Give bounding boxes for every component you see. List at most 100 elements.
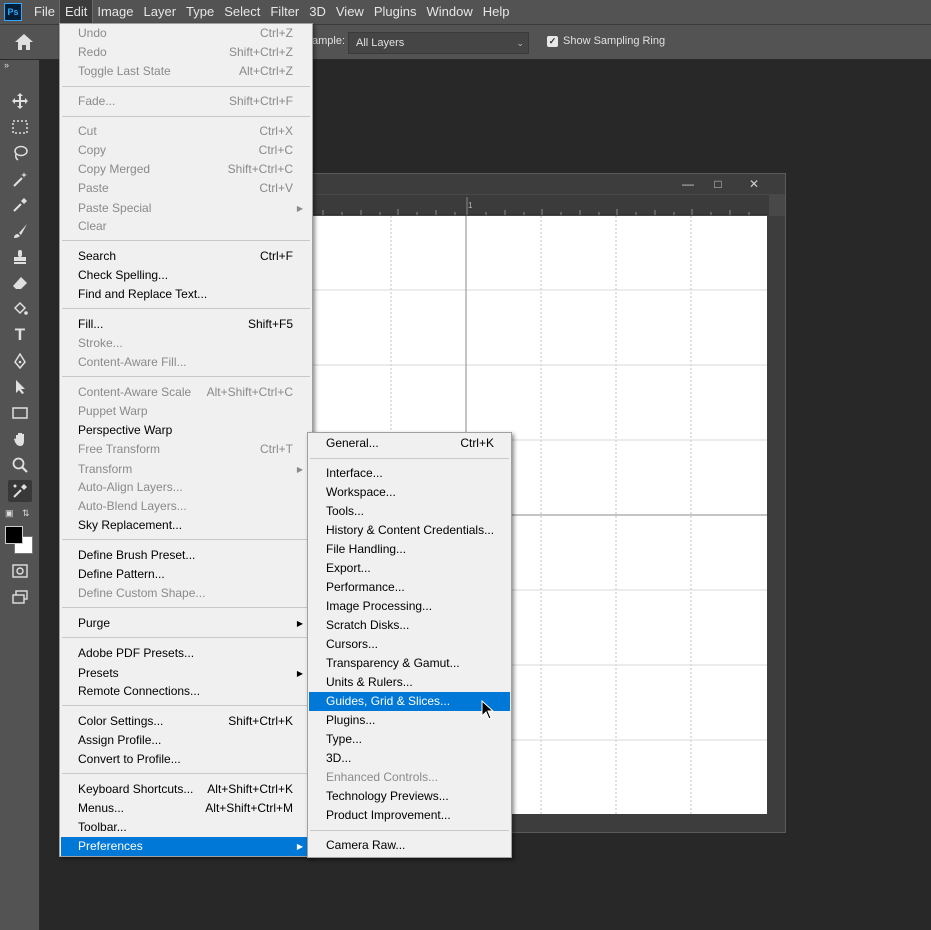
rectangle-tool-icon[interactable] [8, 402, 32, 424]
prefs-performance[interactable]: Performance... [309, 578, 510, 597]
close-icon[interactable]: ✕ [743, 175, 765, 193]
edit-menu-color-settings[interactable]: Color Settings... Shift+Ctrl+K [61, 712, 311, 731]
edit-menu-paste[interactable]: Paste Ctrl+V [61, 179, 311, 198]
maximize-icon[interactable]: □ [707, 175, 729, 193]
prefs-history-and-content-credentials[interactable]: History & Content Credentials... [309, 521, 510, 540]
prefs-file-handling[interactable]: File Handling... [309, 540, 510, 559]
menu-view[interactable]: View [331, 0, 369, 24]
eraser-tool-icon[interactable] [8, 272, 32, 294]
prefs-plugins[interactable]: Plugins... [309, 711, 510, 730]
prefs-transparency-and-gamut[interactable]: Transparency & Gamut... [309, 654, 510, 673]
edit-menu-content-aware-fill[interactable]: Content-Aware Fill... [61, 353, 311, 372]
show-sampling-ring-checkbox[interactable]: ✓ [547, 36, 558, 47]
menu-plugins[interactable]: Plugins [369, 0, 422, 24]
prefs-technology-previews[interactable]: Technology Previews... [309, 787, 510, 806]
swap-colors-icon[interactable]: ⇅ [22, 508, 30, 519]
pen-tool-icon[interactable] [8, 350, 32, 372]
edit-menu-free-transform[interactable]: Free Transform Ctrl+T [61, 440, 311, 459]
sample-select[interactable]: All Layers ⌄ [348, 32, 529, 54]
marquee-tool-icon[interactable] [8, 116, 32, 138]
edit-menu-sky-replacement[interactable]: Sky Replacement... [61, 516, 311, 535]
menu-3d[interactable]: 3D [304, 0, 331, 24]
edit-menu-presets[interactable]: Presets ▶ [61, 664, 311, 683]
edit-menu-auto-align-layers[interactable]: Auto-Align Layers... [61, 478, 311, 497]
edit-menu-check-spelling[interactable]: Check Spelling... [61, 266, 311, 285]
edit-menu-find-and-replace-text[interactable]: Find and Replace Text... [61, 285, 311, 304]
prefs-units-and-rulers[interactable]: Units & Rulers... [309, 673, 510, 692]
paint-bucket-tool-icon[interactable] [8, 298, 32, 320]
prefs-general[interactable]: General... Ctrl+K [309, 434, 510, 453]
document-titlebar[interactable]: — □ ✕ [309, 174, 785, 194]
path-selection-tool-icon[interactable] [8, 376, 32, 398]
prefs-interface[interactable]: Interface... [309, 464, 510, 483]
edit-menu-puppet-warp[interactable]: Puppet Warp [61, 402, 311, 421]
stamp-tool-icon[interactable] [8, 246, 32, 268]
edit-menu-copy[interactable]: Copy Ctrl+C [61, 141, 311, 160]
type-tool-icon[interactable]: T [8, 324, 32, 346]
edit-menu-assign-profile[interactable]: Assign Profile... [61, 731, 311, 750]
eyedropper-tool-icon[interactable] [8, 194, 32, 216]
edit-menu-toggle-last-state[interactable]: Toggle Last State Alt+Ctrl+Z [61, 62, 311, 81]
prefs-workspace[interactable]: Workspace... [309, 483, 510, 502]
default-colors-icon[interactable]: ▣ [5, 508, 14, 519]
edit-menu-preferences[interactable]: Preferences ▶ [61, 837, 311, 856]
edit-menu-define-pattern[interactable]: Define Pattern... [61, 565, 311, 584]
menu-file[interactable]: File [29, 0, 60, 24]
edit-menu-paste-special[interactable]: Paste Special ▶ [61, 199, 311, 218]
edit-menu-auto-blend-layers[interactable]: Auto-Blend Layers... [61, 497, 311, 516]
edit-menu-fade[interactable]: Fade... Shift+Ctrl+F [61, 92, 311, 111]
move-tool-icon[interactable] [8, 90, 32, 112]
brush-tool-icon[interactable] [8, 220, 32, 242]
edit-menu-fill[interactable]: Fill... Shift+F5 [61, 315, 311, 334]
menu-window[interactable]: Window [421, 0, 477, 24]
prefs-guides-grid-and-slices[interactable]: Guides, Grid & Slices... [309, 692, 510, 711]
edit-menu-remote-connections[interactable]: Remote Connections... [61, 682, 311, 701]
quick-mask-icon[interactable] [8, 560, 32, 582]
hand-tool-icon[interactable] [8, 428, 32, 450]
menu-filter[interactable]: Filter [265, 0, 304, 24]
edit-menu-adobe-pdf-presets[interactable]: Adobe PDF Presets... [61, 644, 311, 663]
edit-menu-undo[interactable]: Undo Ctrl+Z [61, 24, 311, 43]
menu-help[interactable]: Help [478, 0, 515, 24]
minimize-icon[interactable]: — [677, 175, 699, 193]
menu-type[interactable]: Type [181, 0, 219, 24]
prefs-export[interactable]: Export... [309, 559, 510, 578]
edit-menu-perspective-warp[interactable]: Perspective Warp [61, 421, 311, 440]
collapse-panel-icon[interactable]: » [4, 60, 9, 70]
prefs-scratch-disks[interactable]: Scratch Disks... [309, 616, 510, 635]
edit-menu-clear[interactable]: Clear [61, 217, 311, 236]
edit-menu-redo[interactable]: Redo Shift+Ctrl+Z [61, 43, 311, 62]
magic-wand-tool-icon[interactable] [8, 168, 32, 190]
edit-menu-cut[interactable]: Cut Ctrl+X [61, 122, 311, 141]
edit-menu-copy-merged[interactable]: Copy Merged Shift+Ctrl+C [61, 160, 311, 179]
prefs-tools[interactable]: Tools... [309, 502, 510, 521]
edit-menu-convert-to-profile[interactable]: Convert to Profile... [61, 750, 311, 769]
edit-menu-menus[interactable]: Menus... Alt+Shift+Ctrl+M [61, 799, 311, 818]
edit-menu-content-aware-scale[interactable]: Content-Aware Scale Alt+Shift+Ctrl+C [61, 383, 311, 402]
edit-menu-toolbar[interactable]: Toolbar... [61, 818, 311, 837]
zoom-tool-icon[interactable] [8, 454, 32, 476]
menu-edit[interactable]: Edit [58, 0, 94, 25]
lasso-tool-icon[interactable] [8, 142, 32, 164]
menu-image[interactable]: Image [92, 0, 138, 24]
prefs-product-improvement[interactable]: Product Improvement... [309, 806, 510, 825]
edit-menu-search[interactable]: Search Ctrl+F [61, 247, 311, 266]
prefs-image-processing[interactable]: Image Processing... [309, 597, 510, 616]
edit-menu-define-brush-preset[interactable]: Define Brush Preset... [61, 546, 311, 565]
edit-menu-stroke[interactable]: Stroke... [61, 334, 311, 353]
prefs-type[interactable]: Type... [309, 730, 510, 749]
menu-select[interactable]: Select [219, 0, 265, 24]
foreground-color-swatch[interactable] [5, 526, 23, 544]
color-sampler-tool-icon[interactable] [8, 480, 32, 502]
edit-menu-keyboard-shortcuts[interactable]: Keyboard Shortcuts... Alt+Shift+Ctrl+K [61, 780, 311, 799]
edit-menu-transform[interactable]: Transform ▶ [61, 460, 311, 479]
home-icon[interactable] [14, 33, 34, 51]
edit-menu-define-custom-shape[interactable]: Define Custom Shape... [61, 584, 311, 603]
prefs-3d[interactable]: 3D... [309, 749, 510, 768]
prefs-enhanced-controls[interactable]: Enhanced Controls... [309, 768, 510, 787]
prefs-cursors[interactable]: Cursors... [309, 635, 510, 654]
vertical-scrollbar[interactable] [767, 216, 785, 832]
prefs-camera-raw[interactable]: Camera Raw... [309, 836, 510, 855]
menu-layer[interactable]: Layer [139, 0, 182, 24]
screen-mode-icon[interactable] [8, 586, 32, 608]
